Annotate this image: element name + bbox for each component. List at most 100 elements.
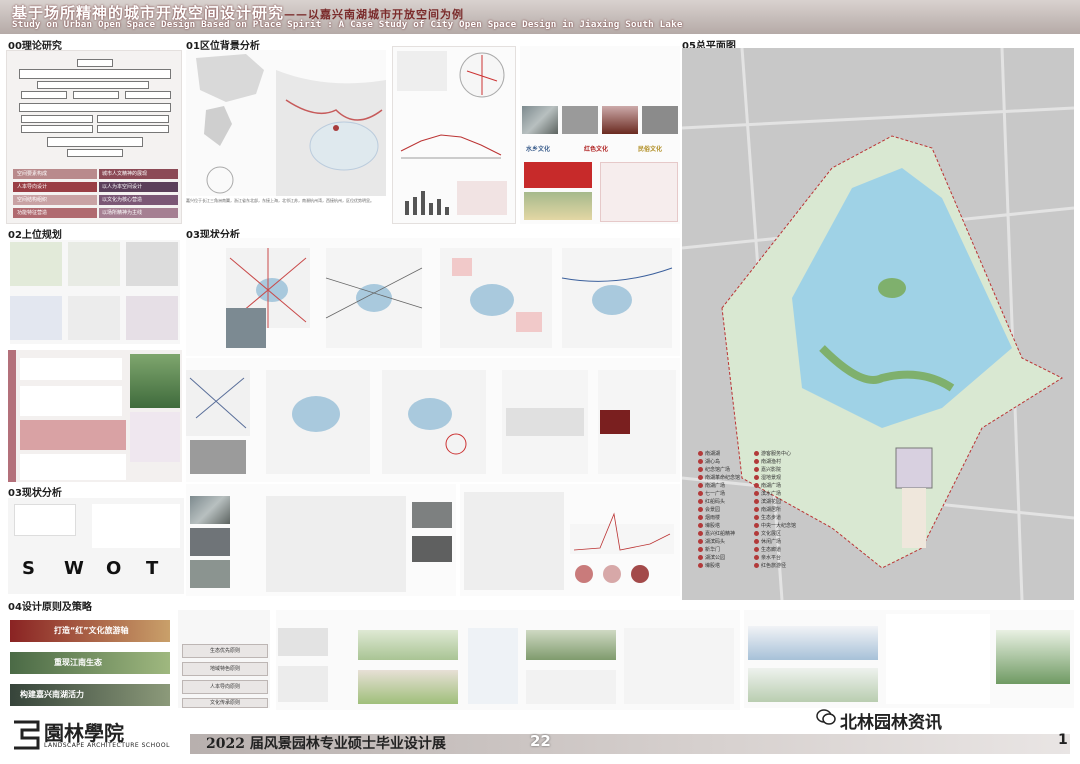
tag-water-culture: 水乡文化 xyxy=(526,146,551,153)
legend-right: 游客服务中心 南湖渔村 嘉兴影院 湿地景观 南湖广场 滨水广场 滨湖花园 南湖居… xyxy=(754,450,832,570)
legend-item: 游客服务中心 xyxy=(754,450,832,458)
theory-item: 人本导向设计 xyxy=(13,182,97,192)
principle-ecology: 重现江南生态 xyxy=(10,652,170,674)
watermark: 北林园林资讯 xyxy=(840,713,942,733)
crowd-chart-svg xyxy=(570,512,674,583)
page-number: 1 xyxy=(1058,732,1068,748)
strategy-regional: 地域特色原则 xyxy=(182,662,268,676)
planning-map-3 xyxy=(126,242,178,286)
tag-folk-culture: 民俗文化 xyxy=(638,146,663,153)
nature-analysis-svg xyxy=(397,51,507,215)
location-map xyxy=(186,50,386,196)
culture-panel: 水乡文化 红色文化 民俗文化 xyxy=(520,46,680,224)
swot-t: T xyxy=(146,558,159,579)
exhibition-title: 2022 届风景园林专业硕士毕业设计展 xyxy=(206,736,446,752)
strategy-people: 人本导向原则 xyxy=(182,680,268,694)
school-logo-subtitle: LANDSCAPE ARCHITECTURE SCHOOL xyxy=(44,742,170,749)
photo-red-anniversary xyxy=(524,162,592,188)
principle-red-tourism: 打造“红”文化旅游轴 xyxy=(10,620,170,642)
legend-item: 亲水平台 xyxy=(754,554,832,562)
legend-item: 嘉兴影院 xyxy=(754,466,832,474)
view-photo-2 xyxy=(190,528,230,556)
theory-item: 以文化为核心营造 xyxy=(99,195,178,205)
theory-item: 空间结构组织 xyxy=(13,195,97,205)
theory-item: 城市人文精神的展现 xyxy=(99,169,178,179)
theory-item: 功能特征营造 xyxy=(13,208,97,218)
theory-flowchart xyxy=(17,57,171,157)
location-map-svg xyxy=(196,54,386,196)
legend-item: 湿地景观 xyxy=(754,474,832,482)
city-ring xyxy=(206,166,234,194)
principles-list: 打造“红”文化旅游轴 重现江南生态 构建嘉兴南湖活力 xyxy=(10,620,170,706)
memorial-hall xyxy=(895,447,933,489)
province-map-shape xyxy=(204,106,232,146)
lake-island xyxy=(878,278,906,298)
location-text: 嘉兴位于长江三角洲南翼，浙江省东北部，东接上海，北邻江苏，南濒杭州湾，西接杭州，… xyxy=(186,198,374,203)
photo-history xyxy=(642,106,678,134)
section-title-04: 04设计原则及策略 xyxy=(8,602,92,613)
view-photo-4 xyxy=(412,502,452,528)
planning-map-1 xyxy=(10,242,62,286)
swot-o: O xyxy=(106,558,122,579)
theory-panel: 空间要素构成 人本导向设计 空间结构组织 功能特征营造 城市人文精神的展现 以人… xyxy=(6,50,182,224)
exhibition-year-mark: 22 xyxy=(530,732,551,750)
legend-item: 中央一大纪念馆 xyxy=(754,522,832,530)
wechat-icon xyxy=(816,709,836,725)
strategy-diagrams xyxy=(276,610,740,710)
planning-photo xyxy=(130,354,180,408)
legend-item: 南湖广场 xyxy=(754,482,832,490)
school-logo-icon xyxy=(14,720,40,750)
view-photo-1 xyxy=(190,496,230,524)
central-axis xyxy=(902,488,926,548)
status-maps-svg xyxy=(226,248,673,348)
photo-relief xyxy=(562,106,598,134)
photo-fields xyxy=(524,192,592,220)
theory-item: 以人为本空间设计 xyxy=(99,182,178,192)
poster-title-english: Study on Urban Open Space Design Based o… xyxy=(12,19,683,30)
photo-tower xyxy=(522,106,558,134)
site-marker xyxy=(333,125,339,131)
status-maps-row2 xyxy=(186,358,680,482)
strategy-culture: 文化传承原则 xyxy=(182,698,268,708)
legend-item: 文化展区 xyxy=(754,530,832,538)
planning-maps xyxy=(10,240,180,344)
planning-map-4 xyxy=(10,296,62,340)
planning-analysis xyxy=(8,350,182,482)
strategy-ecology: 生态优先原则 xyxy=(182,644,268,658)
view-photo-3 xyxy=(190,560,230,588)
theory-item: 以场所精神为主线 xyxy=(99,208,178,218)
legend-item: 红色旅游径 xyxy=(754,562,832,570)
photo-red-boat xyxy=(602,106,638,134)
master-plan: 南湖湖 湖心岛 纪念馆广场 南湖革命纪念馆 南湖广场 七一广场 红船码头 会景园… xyxy=(682,48,1074,600)
principle-vitality: 构建嘉兴南湖活力 xyxy=(10,684,170,706)
swot-s: S xyxy=(22,558,35,579)
legend-item: 生态步道 xyxy=(754,514,832,522)
red-culture-chart xyxy=(600,162,678,222)
swot-w: W xyxy=(64,558,84,579)
planning-map-5 xyxy=(68,296,120,340)
legend-item: 南湖居所 xyxy=(754,506,832,514)
planning-map-2 xyxy=(68,242,120,286)
design-strategy-right xyxy=(744,610,1074,708)
legend-item: 休闲广场 xyxy=(754,538,832,546)
legend-item: 滨水广场 xyxy=(754,490,832,498)
tag-red-culture: 红色文化 xyxy=(584,146,609,153)
status-maps-row1 xyxy=(186,238,680,356)
strategy-pills: 生态优先原则 地域特色原则 人本导向原则 文化传承原则 xyxy=(178,610,270,708)
view-photo-5 xyxy=(412,536,452,562)
swot-panel: S W O T xyxy=(8,498,184,594)
lake-shape xyxy=(309,121,379,171)
view-analysis xyxy=(186,484,456,596)
legend-item: 滨湖花园 xyxy=(754,498,832,506)
section-title-02: 02上位规划 xyxy=(8,230,62,241)
status-maps-row2-svg xyxy=(186,370,676,474)
theory-item: 空间要素构成 xyxy=(13,169,97,179)
nature-analysis-panel xyxy=(392,46,516,224)
china-map-shape xyxy=(196,54,264,102)
planning-map-6 xyxy=(126,296,178,340)
legend-item: 生态廊道 xyxy=(754,546,832,554)
section-title-03a: 03现状分析 xyxy=(8,488,62,499)
crowd-analysis xyxy=(460,484,680,596)
legend-item: 南湖渔村 xyxy=(754,458,832,466)
planning-diagram xyxy=(130,412,180,462)
